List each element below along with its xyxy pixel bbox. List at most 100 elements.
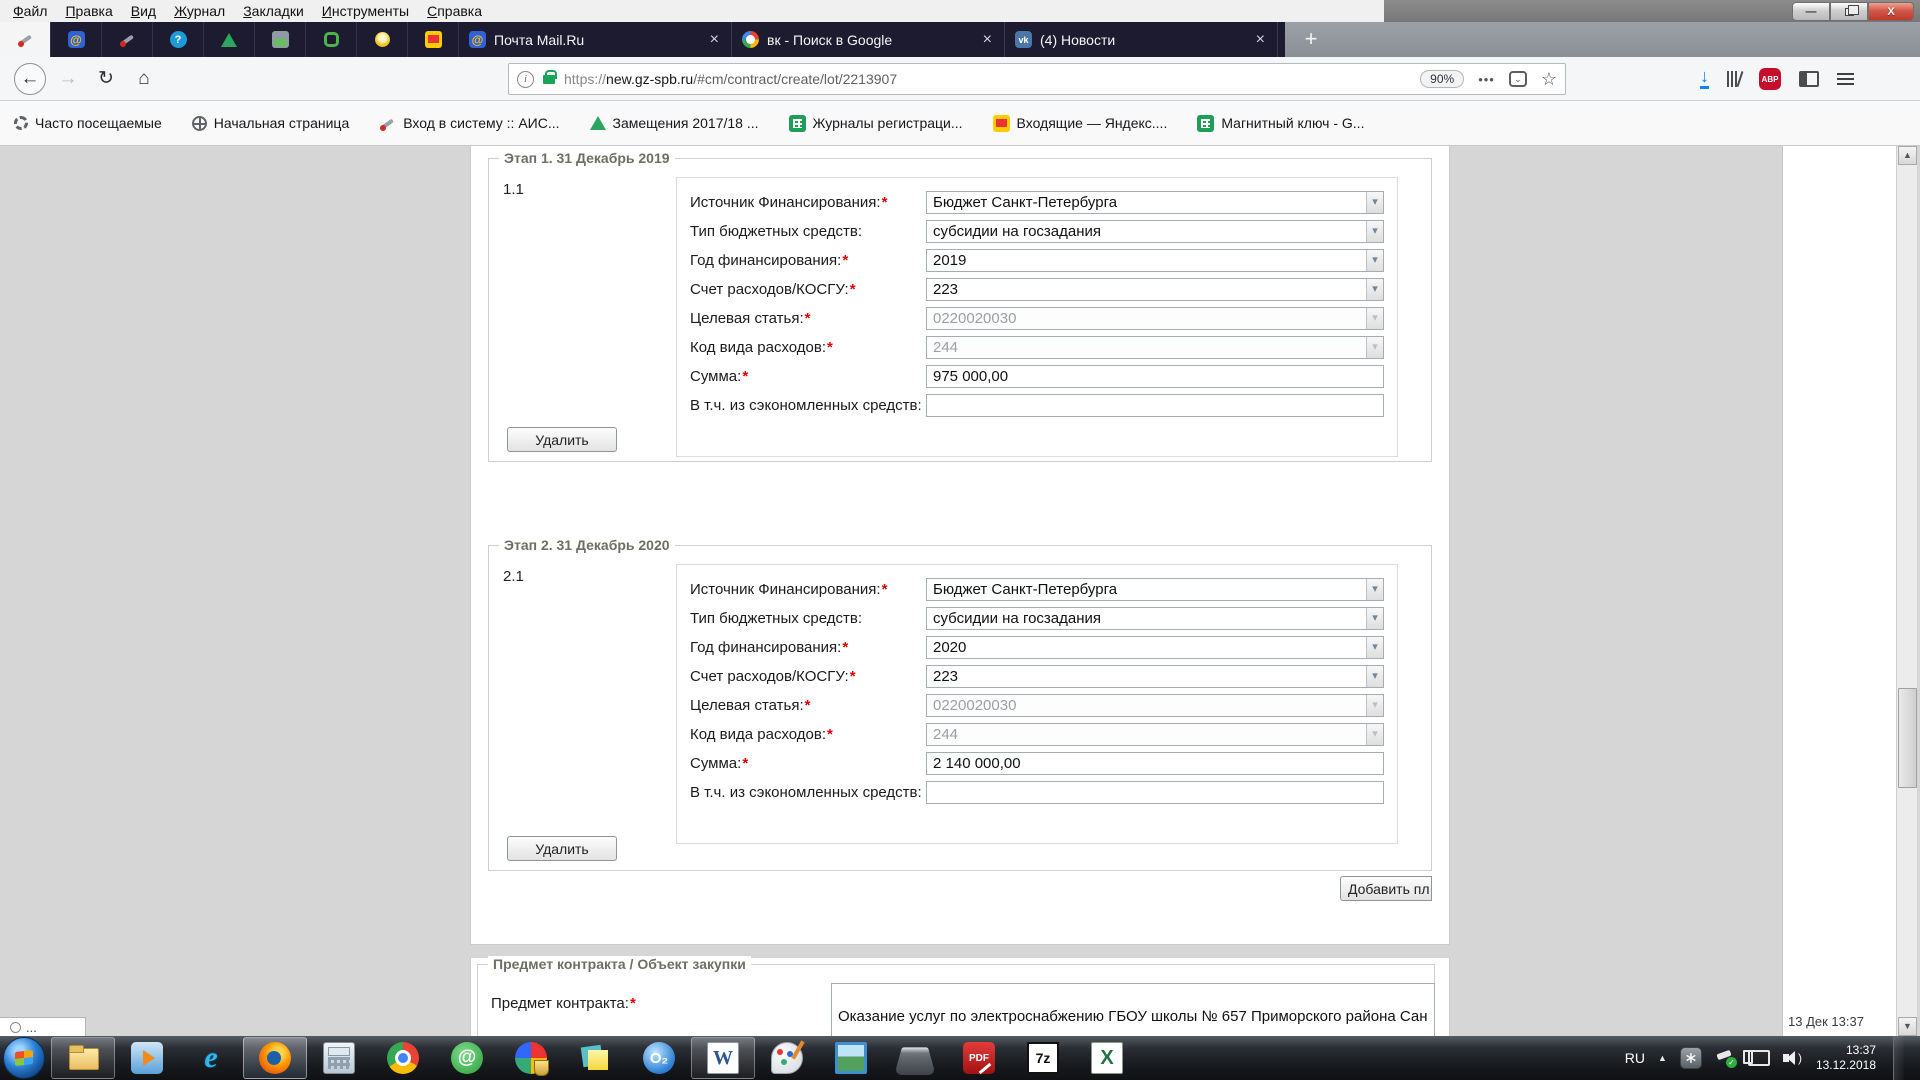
tab-mailru[interactable]: @ Почта Mail.Ru ×	[459, 22, 732, 57]
taskbar-calculator[interactable]	[307, 1037, 371, 1079]
taskbar-photo-viewer[interactable]	[819, 1037, 883, 1079]
dropdown-select[interactable]: Бюджет Санкт-Петербурга▾	[926, 578, 1384, 601]
reload-button[interactable]: ↻	[90, 63, 122, 95]
vertical-scrollbar[interactable]: ▲ ▼	[1896, 146, 1917, 1036]
paint-icon	[771, 1042, 803, 1074]
show-desktop-button[interactable]	[1893, 1036, 1904, 1080]
dropdown-select[interactable]: субсидии на госзадания▾	[926, 220, 1384, 243]
pinned-tab-mailru[interactable]: @	[51, 22, 102, 57]
taskbar-sticky-notes[interactable]	[563, 1037, 627, 1079]
close-tab-icon[interactable]: ×	[981, 31, 994, 49]
tab-vk-news[interactable]: vk (4) Новости ×	[1005, 22, 1278, 57]
close-tab-icon[interactable]: ×	[1254, 31, 1267, 49]
text-input[interactable]	[926, 781, 1384, 804]
start-button[interactable]	[3, 1037, 45, 1079]
taskbar-internet-explorer[interactable]: e	[179, 1037, 243, 1079]
bookmark-registration-journals[interactable]: Журналы регистраци...	[789, 115, 963, 132]
taskbar-paint[interactable]	[755, 1037, 819, 1079]
home-button[interactable]: ⌂	[128, 63, 160, 95]
minimize-button[interactable]: —	[1792, 2, 1830, 21]
menu-bookmarks[interactable]: Закладки	[234, 1, 313, 21]
bookmark-magnetic-key[interactable]: Магнитный ключ - G...	[1197, 115, 1364, 132]
taskbar-media-player[interactable]	[115, 1037, 179, 1079]
back-button[interactable]: ←	[14, 63, 46, 95]
language-indicator[interactable]: RU	[1625, 1050, 1645, 1066]
new-tab-button[interactable]: +	[1297, 26, 1325, 54]
taskbar-7zip[interactable]: 7z	[1011, 1037, 1075, 1079]
menu-view[interactable]: Вид	[122, 1, 165, 21]
hamburger-menu-icon[interactable]	[1837, 73, 1854, 85]
pinned-tab-pgu[interactable]	[306, 22, 357, 57]
taskbar-firefox[interactable]	[243, 1037, 307, 1079]
taskbar-word[interactable]: W	[691, 1037, 755, 1079]
taskbar-scanner[interactable]	[883, 1037, 947, 1079]
dropdown-select[interactable]: 2020▾	[926, 636, 1384, 659]
url-text[interactable]: https://new.gz-spb.ru/#cm/contract/creat…	[564, 71, 1420, 87]
page-info-icon[interactable]: i	[517, 71, 534, 88]
delete-stage-button[interactable]: Удалить	[507, 427, 617, 452]
url-bar[interactable]: i https://new.gz-spb.ru/#cm/contract/cre…	[508, 63, 1566, 95]
dropdown-select[interactable]: 2019▾	[926, 249, 1384, 272]
pinned-tab-ais-gz[interactable]	[0, 22, 51, 57]
network-icon[interactable]	[1748, 1050, 1770, 1066]
menu-file[interactable]: Файл	[4, 1, 56, 21]
dropdown-select[interactable]: Бюджет Санкт-Петербурга▾	[926, 191, 1384, 214]
restore-button[interactable]	[1830, 2, 1868, 21]
pinned-tab-help[interactable]: ?	[153, 22, 204, 57]
text-input[interactable]	[926, 752, 1384, 775]
sidebar-icon[interactable]	[1799, 71, 1819, 87]
bookmark-frequent[interactable]: Часто посещаемые	[14, 115, 162, 131]
bookmark-star-icon[interactable]: ☆	[1541, 69, 1557, 90]
adblock-icon[interactable]: ABP	[1759, 68, 1781, 90]
pocket-icon[interactable]: ⌄	[1509, 71, 1527, 87]
bookmark-home-page[interactable]: Начальная страница	[192, 115, 349, 131]
downloads-icon[interactable]: ↓	[1700, 69, 1709, 89]
forward-button[interactable]: →	[52, 63, 84, 95]
tab-google-search[interactable]: вк - Поиск в Google ×	[732, 22, 1005, 57]
https-lock-icon[interactable]	[543, 75, 555, 84]
add-payment-button[interactable]: Добавить пл	[1340, 876, 1432, 901]
contract-subject-input[interactable]	[831, 983, 1435, 1036]
drweb-spider-icon[interactable]: ∗	[1680, 1047, 1702, 1069]
bookmark-ais-login[interactable]: Вход в систему :: АИС...	[379, 115, 559, 132]
tray-expand-icon[interactable]: ▲	[1658, 1053, 1667, 1063]
chevron-down-icon: ▾	[1366, 337, 1383, 358]
menu-history[interactable]: Журнал	[165, 1, 234, 21]
taskbar-pdf-editor[interactable]: PDF	[947, 1037, 1011, 1079]
menu-tools[interactable]: Инструменты	[313, 1, 418, 21]
page-actions-icon[interactable]: •••	[1478, 72, 1495, 87]
taskbar-antivirus[interactable]	[499, 1037, 563, 1079]
menu-help[interactable]: Справка	[418, 1, 491, 21]
zoom-level-indicator[interactable]: 90%	[1420, 70, 1464, 88]
text-input[interactable]	[926, 394, 1384, 417]
taskbar-excel[interactable]: X	[1075, 1037, 1139, 1079]
pinned-tab-yandex-mail[interactable]	[408, 22, 459, 57]
taskbar-explorer[interactable]	[51, 1037, 115, 1079]
close-tab-icon[interactable]: ×	[708, 31, 721, 49]
taskbar-mailru-agent[interactable]: @	[435, 1037, 499, 1079]
taskbar-o2[interactable]: O₂	[627, 1037, 691, 1079]
pinned-tab-gavel[interactable]	[102, 22, 153, 57]
taskbar-chrome[interactable]	[371, 1037, 435, 1079]
text-input[interactable]	[926, 365, 1384, 388]
dropdown-select[interactable]: 223▾	[926, 665, 1384, 688]
scrollbar-thumb[interactable]	[1898, 688, 1917, 788]
bookmark-yandex-inbox[interactable]: Входящие — Яндекс....	[993, 115, 1168, 132]
delete-stage-button[interactable]: Удалить	[507, 836, 617, 861]
dropdown-select[interactable]: 223▾	[926, 278, 1384, 301]
close-button[interactable]: X	[1868, 2, 1914, 21]
menu-edit[interactable]: Правка	[56, 1, 121, 21]
pinned-tab-bulb[interactable]	[357, 22, 408, 57]
bookmark-substitutions[interactable]: Замещения 2017/18 ...	[590, 115, 759, 131]
scroll-down-arrow-icon[interactable]: ▼	[1898, 1017, 1917, 1036]
clock[interactable]: 13:3713.12.2018	[1816, 1043, 1876, 1073]
dropdown-select[interactable]: субсидии на госзадания▾	[926, 607, 1384, 630]
scroll-up-arrow-icon[interactable]: ▲	[1898, 146, 1917, 165]
library-icon[interactable]	[1727, 71, 1741, 87]
safely-remove-icon[interactable]: ✓	[1715, 1050, 1735, 1066]
form-row: Тип бюджетных средств:* субсидии на госз…	[677, 607, 1397, 636]
pinned-tab-gdrive[interactable]	[204, 22, 255, 57]
pinned-tab-photos[interactable]	[255, 22, 306, 57]
bulb-icon	[375, 32, 390, 47]
speaker-icon[interactable]: )	[1783, 1049, 1803, 1067]
